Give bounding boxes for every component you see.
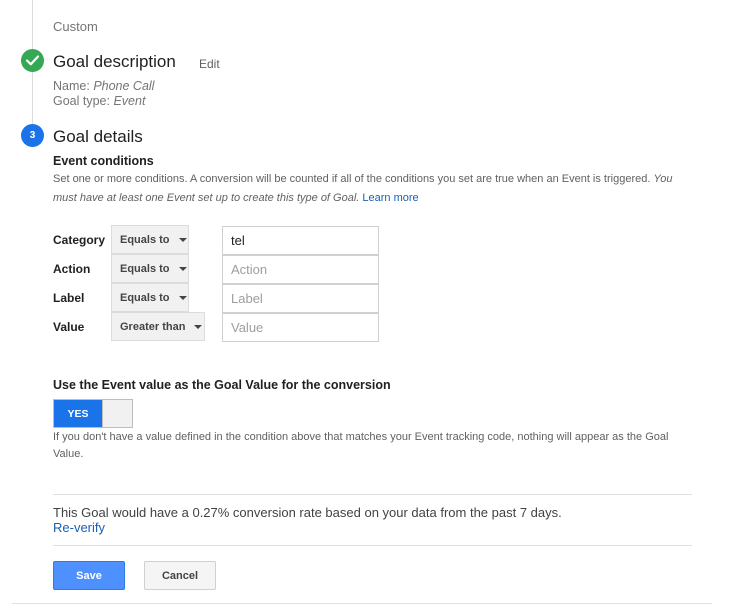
category-operator-select[interactable]: Equals to: [111, 225, 189, 254]
reverify-link[interactable]: Re-verify: [53, 520, 105, 535]
goal-type-label: Goal type:: [53, 94, 110, 108]
event-conditions-description: Set one or more conditions. A conversion…: [53, 170, 683, 208]
toggle-knob: [102, 400, 132, 427]
use-event-value-toggle[interactable]: YES: [53, 399, 133, 428]
action-input[interactable]: [222, 255, 379, 284]
label-operator-select[interactable]: Equals to: [111, 283, 189, 312]
chevron-down-icon: [178, 295, 187, 300]
event-conditions-title: Event conditions: [53, 154, 154, 168]
value-operator-select[interactable]: Greater than: [111, 312, 205, 341]
cancel-button[interactable]: Cancel: [144, 561, 216, 590]
conversion-rate-text: This Goal would have a 0.27% conversion …: [53, 505, 562, 520]
step-complete-check-icon: [21, 49, 44, 72]
goal-setup-value: Custom: [53, 19, 98, 34]
value-operator-value: Greater than: [120, 320, 186, 333]
edit-goal-description-link[interactable]: Edit: [199, 57, 220, 71]
condition-label-label: Label: [53, 291, 85, 305]
chevron-down-icon: [178, 237, 187, 242]
divider: [53, 545, 692, 546]
action-operator-value: Equals to: [120, 262, 170, 275]
toggle-yes-label: YES: [54, 400, 102, 427]
goal-name-line: Name: Phone Call: [53, 79, 154, 93]
label-operator-value: Equals to: [120, 291, 170, 304]
step-number-badge: 3: [21, 124, 44, 147]
goal-name-value: Phone Call: [93, 79, 155, 93]
save-button[interactable]: Save: [53, 561, 125, 590]
goal-type-value: Event: [113, 94, 146, 108]
goal-name-label: Name:: [53, 79, 90, 93]
use-event-value-description: If you don't have a value defined in the…: [53, 431, 669, 460]
event-conditions-desc-text: Set one or more conditions. A conversion…: [53, 173, 651, 185]
chevron-down-icon: [194, 324, 203, 329]
value-input[interactable]: [222, 313, 379, 342]
condition-label-category: Category: [53, 233, 106, 247]
action-operator-select[interactable]: Equals to: [111, 254, 189, 283]
learn-more-link[interactable]: Learn more: [362, 192, 418, 204]
condition-label-value: Value: [53, 320, 85, 334]
label-input[interactable]: [222, 284, 379, 313]
goal-details-title: Goal details: [53, 127, 143, 146]
goal-description-title: Goal description: [53, 52, 176, 71]
divider: [53, 494, 692, 495]
use-event-value-title: Use the Event value as the Goal Value fo…: [53, 378, 391, 392]
goal-type-line: Goal type: Event: [53, 94, 145, 108]
category-operator-value: Equals to: [120, 233, 170, 246]
chevron-down-icon: [178, 266, 187, 271]
condition-label-action: Action: [53, 262, 91, 276]
category-input[interactable]: [222, 226, 379, 255]
